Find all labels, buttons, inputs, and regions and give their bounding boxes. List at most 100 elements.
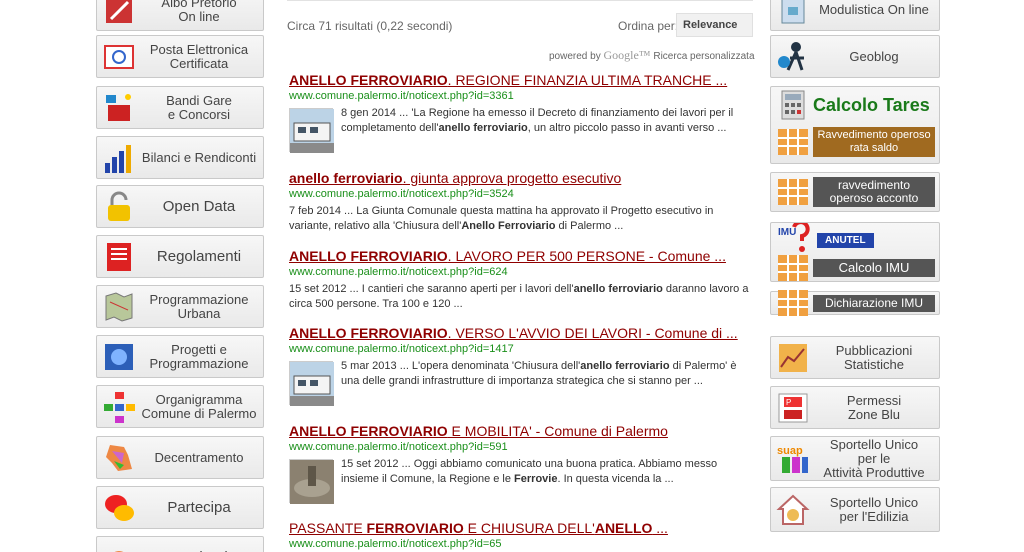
result-url: www.comune.palermo.it/noticext.php?id=62… (289, 266, 508, 278)
snippet-part: anello ferroviario (580, 360, 670, 372)
result-thumbnail[interactable] (289, 459, 334, 504)
right-menu-item-label: Permessi Zone Blu (846, 392, 902, 422)
bar-chart-icon (99, 138, 139, 178)
right-menu-item-label: Geoblog (849, 48, 899, 64)
result-url: www.comune.palermo.it/noticext.php?id=65 (289, 538, 502, 550)
calcolo-imu-row[interactable]: Calcolo IMU (771, 255, 939, 281)
forms-icon (773, 0, 813, 30)
menu-item-11[interactable]: Le Aziende (96, 536, 264, 552)
result-body: 8 gen 2014 ... 'La Regione ha emesso il … (289, 106, 749, 153)
albo-icon (99, 0, 139, 30)
result-title-part: ANELLO FERROVIARIO (289, 248, 448, 264)
imu-header: IMU ANUTEL (771, 223, 939, 257)
parking-icon: P (773, 388, 813, 428)
right-menu-item-9[interactable]: Sportello Unico per l'Edilizia (770, 487, 940, 532)
right-menu-item-6[interactable]: Pubblicazioni Statistiche (770, 336, 940, 379)
right-menu-item-3[interactable]: ravvedimento operoso acconto (770, 172, 940, 212)
district-map-icon (99, 438, 139, 478)
menu-item-label: Bandi Gare e Concorsi (166, 92, 232, 122)
right-menu-item-label: Sportello Unico per le Attività Produttive (823, 436, 925, 480)
grid-icon (773, 290, 813, 316)
result-snippet: 5 mar 2013 ... L'opera denominata 'Chius… (341, 359, 749, 405)
menu-item-label: Albo Pretorio On line (161, 0, 237, 24)
grid-icon (773, 122, 813, 162)
result-title-link[interactable]: ANELLO FERROVIARIO. REGIONE FINANZIA ULT… (289, 72, 749, 88)
result-title-link[interactable]: ANELLO FERROVIARIO E MOBILITA' - Comune … (289, 423, 749, 439)
right-menu-item-1[interactable]: Geoblog (770, 35, 940, 78)
result-title-link[interactable]: anello ferroviario. giunta approva proge… (289, 170, 749, 186)
result-body: 15 set 2012 ... I cantieri che saranno a… (289, 282, 749, 312)
result-title-link[interactable]: ANELLO FERROVIARIO. LAVORO PER 500 PERSO… (289, 248, 749, 264)
right-menu-item-label: Modulistica On line (819, 1, 929, 17)
house-icon (773, 490, 813, 530)
result-title-part: PASSANTE (289, 520, 367, 536)
custom-search-label: Ricerca personalizzata (653, 51, 755, 62)
menu-item-label: Decentramento (154, 449, 244, 465)
snippet-part: Anello Ferroviario (461, 220, 556, 232)
result-snippet: 8 gen 2014 ... 'La Regione ha emesso il … (341, 106, 749, 152)
menu-item-8[interactable]: Organigramma Comune di Palermo (96, 385, 264, 428)
suap-icon: suap (773, 439, 813, 479)
snippet-part: 5 mar 2013 ... L'opera denominata 'Chius… (341, 360, 581, 372)
result-title-part: anello ferroviario (289, 170, 403, 186)
search-result: ANELLO FERROVIARIO. LAVORO PER 500 PERSO… (289, 248, 749, 312)
menu-item-0[interactable]: Albo Pretorio On line (96, 0, 264, 31)
result-title-part: E CHIUSURA DELL' (463, 520, 595, 536)
ravvedimento-saldo-label: Ravvedimento operoso rata saldo (813, 127, 935, 157)
menu-item-9[interactable]: Decentramento (96, 436, 264, 479)
result-title-part: FERROVIARIO (366, 520, 464, 536)
menu-item-4[interactable]: Open Data (96, 185, 264, 228)
ravvedimento-saldo-row[interactable]: Ravvedimento operoso rata saldo (771, 123, 939, 161)
menu-item-5[interactable]: Regolamenti (96, 235, 264, 278)
menu-item-7[interactable]: Progetti e Programmazione (96, 335, 264, 378)
svg-text:IMU: IMU (778, 227, 796, 238)
snippet-part: Ferrovie (514, 473, 558, 485)
menu-item-10[interactable]: Partecipa (96, 486, 264, 529)
result-title-part: ANELLO FERROVIARIO (289, 423, 448, 439)
powered-by: powered by Google™ Ricerca personalizzat… (549, 48, 755, 63)
result-title-link[interactable]: PASSANTE FERROVIARIO E CHIUSURA DELL'ANE… (289, 520, 749, 536)
svg-text:suap: suap (777, 445, 803, 457)
globe-icon (99, 337, 139, 377)
result-snippet: 7 feb 2014 ... La Giunta Comunale questa… (289, 204, 749, 234)
calcolo-tares-label: Calcolo Tares (813, 95, 930, 115)
right-menu-item-0[interactable]: Modulistica On line (770, 0, 940, 31)
right-menu-item-5[interactable]: Dichiarazione IMU (770, 290, 940, 316)
search-result: anello ferroviario. giunta approva proge… (289, 170, 749, 234)
order-select[interactable]: Relevance (676, 13, 753, 37)
result-url: www.comune.palermo.it/noticext.php?id=59… (289, 441, 508, 453)
result-title-part: . REGIONE FINANZIA ULTIMA TRANCHE ... (447, 72, 728, 88)
result-title-link[interactable]: ANELLO FERROVIARIO. VERSO L'AVVIO DEI LA… (289, 325, 749, 341)
result-snippet: 15 set 2012 ... Oggi abbiamo comunicato … (341, 457, 749, 503)
menu-item-2[interactable]: Bandi Gare e Concorsi (96, 86, 264, 129)
right-menu-item-label: Pubblicazioni Statistiche (835, 342, 913, 372)
menu-item-1[interactable]: Posta Elettronica Certificata (96, 35, 264, 78)
result-thumbnail[interactable] (289, 108, 334, 153)
right-menu-item-4[interactable]: IMU ANUTEL Calcolo IMU (770, 222, 940, 282)
result-title-part: . VERSO L'AVVIO DEI LAVORI - Comune di .… (447, 325, 738, 341)
tares-header: Calcolo Tares (771, 87, 939, 123)
powered-by-text: powered by (549, 51, 601, 62)
document-icon (99, 237, 139, 277)
right-menu-item-8[interactable]: suap Sportello Unico per le Attività Produt… (770, 436, 940, 481)
menu-item-6[interactable]: Programmazione Urbana (96, 285, 264, 328)
snippet-part: anello ferroviario (573, 283, 663, 295)
result-title-part: . giunta approva progetto esecutivo (402, 170, 622, 186)
right-menu-item-2[interactable]: Calcolo Tares Ravvedimento operoso rata sa… (770, 86, 940, 164)
email-icon (99, 37, 139, 77)
lock-icon (99, 187, 139, 227)
menu-item-3[interactable]: Bilanci e Rendiconti (96, 136, 264, 179)
grid-icon (773, 255, 813, 281)
speech-bubbles-icon (99, 488, 139, 528)
right-menu-item-7[interactable]: P Permessi Zone Blu (770, 386, 940, 429)
result-thumbnail[interactable] (289, 361, 334, 406)
person-globe-icon (773, 37, 813, 77)
calcolo-imu-label: Calcolo IMU (813, 259, 935, 277)
briefcase-icon (99, 88, 139, 128)
org-chart-icon (99, 387, 139, 427)
right-menu-item-label: Sportello Unico per l'Edilizia (829, 494, 919, 524)
company-icon (99, 538, 139, 552)
search-result: PASSANTE FERROVIARIO E CHIUSURA DELL'ANE… (289, 520, 749, 550)
result-url: www.comune.palermo.it/noticext.php?id=33… (289, 90, 514, 102)
anutel-logo: ANUTEL (817, 232, 874, 248)
